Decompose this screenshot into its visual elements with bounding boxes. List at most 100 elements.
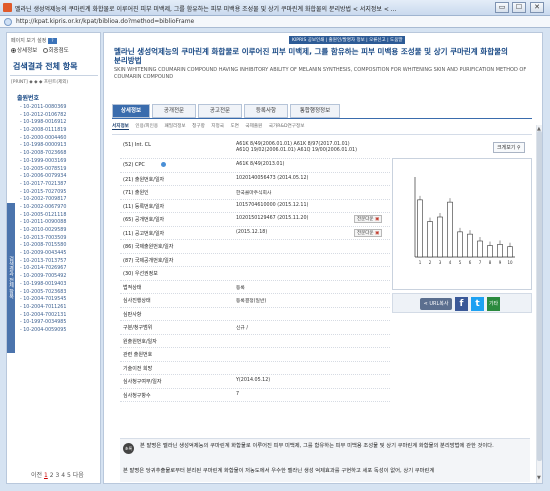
subtab-rnd[interactable]: 국가R&D연구정보 xyxy=(269,124,305,129)
list-item[interactable]: - 10-1998-0000913 xyxy=(20,143,100,151)
list-item[interactable]: - 10-2009-0043445 xyxy=(20,251,100,259)
prev-page-link[interactable]: 이전 xyxy=(31,472,42,479)
row-value-2: A61Q 19/02(2006.01.01) A61Q 19/00(2006.0… xyxy=(236,148,357,153)
download-button[interactable]: 전문다운 ▣ xyxy=(354,215,383,223)
patent-title: 멜라닌 생성억제능의 쿠마린계 화합물로 이루어진 피부 미백제, 그를 함유하… xyxy=(114,47,508,65)
download-label: 전문다운 xyxy=(357,230,374,236)
list-item[interactable]: - 10-2002-7009817 xyxy=(20,197,100,205)
next-page-link[interactable]: 다음 xyxy=(73,472,84,479)
list-item[interactable]: - 10-2011-0090088 xyxy=(20,220,100,228)
subtab-drawings[interactable]: 도면 xyxy=(230,124,238,129)
url-copy-button[interactable]: ⋖ URL복사 xyxy=(420,298,452,310)
subtab-international[interactable]: 국제출원 xyxy=(245,124,262,129)
list-item[interactable]: - 10-2008-7015580 xyxy=(20,243,100,251)
list-item[interactable]: - 10-2008-7023668 xyxy=(20,151,100,159)
other-share-icon[interactable]: 기타 xyxy=(487,297,500,311)
page-link-3[interactable]: 3 xyxy=(55,472,59,479)
top-utility-bar[interactable]: KIPRIS 공보인쇄 | 출원인/발명자 정보 | 오류신고 | 도움말 xyxy=(289,36,406,44)
list-item[interactable]: - 10-2011-0080369 xyxy=(20,105,100,113)
close-button[interactable]: ✕ xyxy=(530,2,544,13)
facebook-icon[interactable]: f xyxy=(455,297,468,311)
address-bar[interactable]: http://kpat.kipris.or.kr/kpat/biblioa.do… xyxy=(0,16,550,28)
magnifier-icon: ⚲ xyxy=(517,145,521,151)
list-item[interactable]: - 10-2009-7005492 xyxy=(20,274,100,282)
tick-label: 8 xyxy=(489,260,492,265)
enlarge-button[interactable]: 크게보기 ⚲ xyxy=(493,142,525,153)
twitter-icon[interactable]: t xyxy=(471,297,484,311)
tab-publication[interactable]: 공개전문 xyxy=(152,104,196,118)
row-label: 관련 출원번호 xyxy=(123,352,153,358)
scroll-up-icon[interactable]: ▲ xyxy=(537,126,541,132)
list-item[interactable]: - 10-1998-0019403 xyxy=(20,282,100,290)
subtab-citation[interactable]: 인용/피인용 xyxy=(135,124,158,129)
list-item[interactable]: - 10-2008-0111819 xyxy=(20,128,100,136)
list-item[interactable]: - 10-2004-7011261 xyxy=(20,305,100,313)
help-icon[interactable]: ? xyxy=(47,37,57,44)
tab-registration[interactable]: 등록사항 xyxy=(244,104,288,118)
maximize-button[interactable]: ☐ xyxy=(512,2,526,13)
page-link-1[interactable]: 1 xyxy=(44,472,48,479)
table-row: (51) Int. CL A61K 8/49(2006.01.01) A61K 8… xyxy=(120,139,390,159)
tick-label: 7 xyxy=(479,260,482,265)
page-link-4[interactable]: 4 xyxy=(61,472,65,479)
address-url[interactable]: http://kpat.kipris.or.kr/kpat/biblioa.do… xyxy=(16,18,194,25)
bar xyxy=(457,231,463,258)
list-item[interactable]: - 10-2014-7026967 xyxy=(20,266,100,274)
tab-announcement[interactable]: 공고전문 xyxy=(198,104,242,118)
row-label: 원출원번호/일자 xyxy=(123,338,157,345)
list-item[interactable]: - 10-2004-0059095 xyxy=(20,328,100,336)
radio-detail[interactable]: 상세정보 xyxy=(11,48,37,54)
subtab-family[interactable]: 패밀리정보 xyxy=(165,124,186,129)
row-label: 기술이전 희망 xyxy=(123,365,153,372)
scroll-down-icon[interactable]: ▼ xyxy=(537,475,541,481)
share-icon: ⋖ xyxy=(423,301,428,307)
subtab-designated[interactable]: 지정국 xyxy=(211,124,224,129)
tick-label: 2 xyxy=(429,260,432,265)
download-button[interactable]: 전문다운 ▣ xyxy=(354,228,383,237)
info-icon[interactable] xyxy=(161,162,166,167)
subtab-claims[interactable]: 청구항 xyxy=(192,124,205,129)
table-row: 심사청구여부/일자 Y(2014.05.12) xyxy=(120,375,390,389)
abstract-text-2: 본 발명은 당귀추출물로부터 분리된 쿠마린계 화합물이 저농도에서 우수한 멜… xyxy=(123,468,435,474)
page-link-5[interactable]: 5 xyxy=(67,472,71,479)
table-row: 기술이전 희망 xyxy=(120,362,390,375)
pdf-icon: ▣ xyxy=(373,230,380,236)
tab-underline xyxy=(112,118,532,119)
url-copy-label: URL복사 xyxy=(429,301,449,307)
tick-label: 4 xyxy=(449,260,452,265)
table-row: (65) 공개번호/일자 1020150129467 (2015.11.20) 전문… xyxy=(120,213,390,227)
row-label: (21) 출원번호/일자 xyxy=(123,176,165,183)
row-value: 1020150129467 (2015.11.20) xyxy=(236,216,309,221)
page-link-2[interactable]: 2 xyxy=(50,472,54,479)
figure-chart: 1 2 3 4 5 6 7 8 9 10 xyxy=(414,177,515,265)
tab-detail[interactable]: 상세정보 xyxy=(112,104,150,118)
row-label: (87) 국제공개번호/일자 xyxy=(123,257,174,264)
list-item[interactable]: - 10-1998-0016912 xyxy=(20,120,100,128)
table-row: 심사진행상태 등록결정(일반) xyxy=(120,294,390,308)
row-value: 신규 / xyxy=(236,326,248,331)
list-item[interactable]: - 10-1997-0034985 xyxy=(20,320,100,328)
row-value: 1015704610000 (2015.12.11) xyxy=(236,202,309,208)
row-label: 심사진행상태 xyxy=(123,298,151,304)
representative-figure[interactable]: 1 2 3 4 5 6 7 8 9 10 xyxy=(392,158,532,290)
abstract-label: 초록 xyxy=(123,443,134,454)
list-item[interactable]: - 10-2004-7019545 xyxy=(20,297,100,305)
row-value: 등록 xyxy=(236,285,245,291)
application-number-list: - 10-2011-0080369- 10-2012-0106782- 10-1… xyxy=(20,105,100,336)
print-row[interactable]: [PRINT] ◆ ◆ ◆ 프린트(제외) xyxy=(11,79,68,85)
scrollbar-thumb[interactable] xyxy=(537,131,542,461)
minimize-button[interactable]: ▭ xyxy=(495,2,509,13)
view-radio-group: 상세정보 회중점도 xyxy=(11,46,69,54)
row-value: 1020140056473 (2014.05.12) xyxy=(236,175,309,181)
radio-summary[interactable]: 회중점도 xyxy=(42,48,69,54)
list-item[interactable]: - 10-2006-0079934 xyxy=(20,174,100,182)
browser-window: 멜라닌 생성억제능의 쿠마린계 화합물로 이루어진 피부 미백제, 그를 함유하… xyxy=(0,0,550,491)
list-item[interactable]: - 10-2002-0067970 xyxy=(20,205,100,213)
tab-admin-info[interactable]: 통합행정정보 xyxy=(290,104,340,118)
list-item[interactable]: - 10-2017-7021387 xyxy=(20,182,100,190)
bar xyxy=(477,240,483,258)
subtab-biblio[interactable]: 서지정보 xyxy=(112,124,129,130)
list-item[interactable]: - 10-1999-0003169 xyxy=(20,159,100,167)
vertical-tab[interactable]: 검색결과 전체 항목 xyxy=(7,203,15,353)
list-item[interactable]: - 10-2010-0029589 xyxy=(20,228,100,236)
